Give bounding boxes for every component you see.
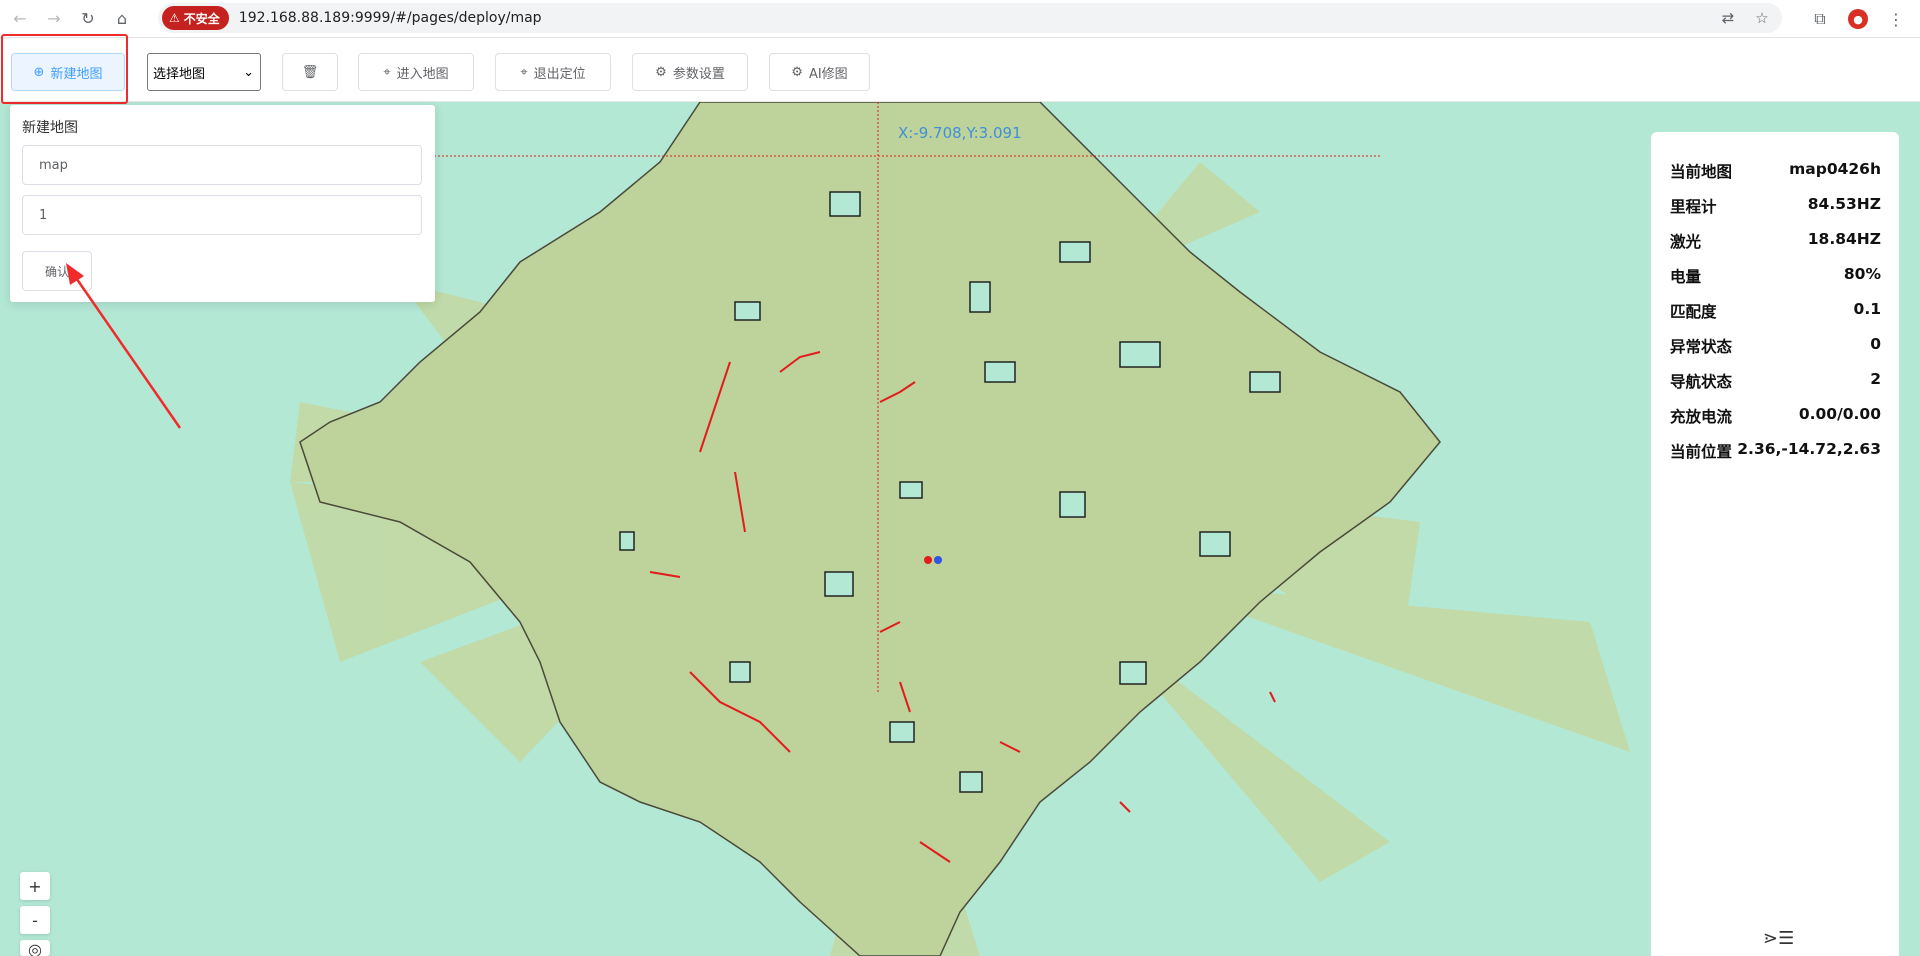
status-label: 里程计 <box>1670 198 1717 216</box>
status-row-odometer: 里程计 84.53HZ <box>1670 195 1881 217</box>
robot-status-panel: 当前地图 map0426h 里程计 84.53HZ 激光 18.84HZ 电量 … <box>1651 132 1899 956</box>
status-value: 2.36,-14.72,2.63 <box>1737 440 1881 458</box>
status-row-laser: 激光 18.84HZ <box>1670 230 1881 252</box>
status-value: 84.53HZ <box>1807 195 1881 213</box>
zoom-out-button[interactable]: - <box>20 906 50 934</box>
status-label: 激光 <box>1670 233 1702 251</box>
status-row-error: 异常状态 0 <box>1670 335 1881 357</box>
status-label: 当前位置 <box>1670 443 1733 461</box>
status-row-nav: 导航状态 2 <box>1670 370 1881 392</box>
status-label: 匹配度 <box>1670 303 1717 321</box>
zoom-in-button[interactable]: + <box>20 872 50 900</box>
collapse-panel-icon[interactable]: ⋗☰ <box>1763 928 1794 949</box>
status-value: 0.1 <box>1853 300 1881 318</box>
status-label: 异常状态 <box>1670 338 1733 356</box>
status-label: 导航状态 <box>1670 373 1733 391</box>
annotation-arrow <box>66 263 182 429</box>
status-value: 80% <box>1843 265 1881 283</box>
status-label: 电量 <box>1670 268 1702 286</box>
status-value: map0426h <box>1789 160 1881 178</box>
target-icon: ◎ <box>28 940 42 956</box>
status-row-current-map: 当前地图 map0426h <box>1670 160 1881 182</box>
status-value: 18.84HZ <box>1807 230 1881 248</box>
status-value: 0.00/0.00 <box>1798 405 1881 423</box>
status-row-battery: 电量 80% <box>1670 265 1881 287</box>
status-label: 当前地图 <box>1670 163 1733 181</box>
status-value: 0 <box>1870 335 1881 353</box>
status-row-match: 匹配度 0.1 <box>1670 300 1881 322</box>
status-value: 2 <box>1870 370 1881 388</box>
status-row-current: 充放电流 0.00/0.00 <box>1670 405 1881 427</box>
status-label: 充放电流 <box>1670 408 1733 426</box>
locate-button[interactable]: ◎ <box>20 940 50 956</box>
status-row-position: 当前位置 2.36,-14.72,2.63 <box>1670 440 1881 462</box>
